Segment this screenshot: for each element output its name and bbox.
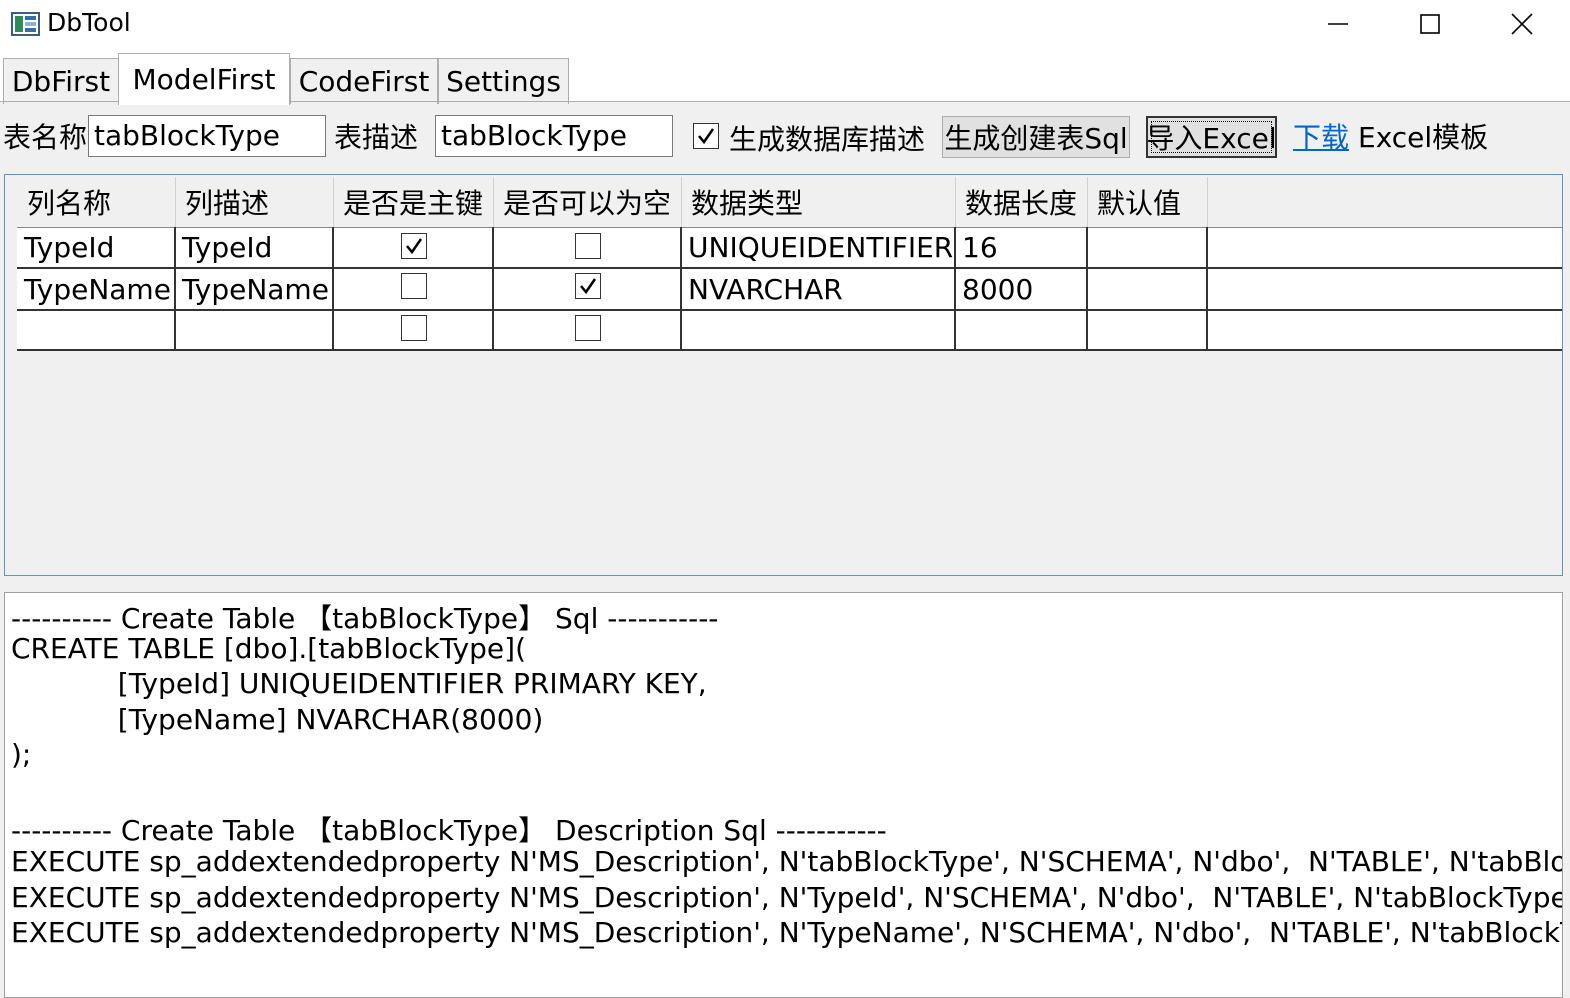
- sql-line: [TypeName] NVARCHAR(8000): [11, 703, 544, 736]
- cell-row1-default[interactable]: [1087, 227, 1207, 267]
- cell-row1-desc[interactable]: TypeId: [175, 227, 333, 267]
- import-excel-button[interactable]: 导入Excel: [1146, 116, 1277, 158]
- minimize-button[interactable]: [1292, 0, 1384, 48]
- download-link[interactable]: 下载: [1293, 116, 1349, 156]
- tab-modelfirst[interactable]: ModelFirst: [118, 53, 290, 105]
- cell-row2-nullable-checkbox[interactable]: [575, 273, 601, 299]
- excel-template-label: Excel模板: [1358, 121, 1489, 154]
- cell-row2-desc[interactable]: TypeName: [175, 269, 333, 309]
- sql-line: [TypeId] UNIQUEIDENTIFIER PRIMARY KEY,: [11, 667, 707, 700]
- cell-row1-name[interactable]: TypeId: [17, 227, 175, 267]
- header-is-primary-key[interactable]: 是否是主键: [333, 177, 493, 227]
- columns-grid[interactable]: 列名称 列描述 是否是主键 是否可以为空 数据类型 数据长度 默认值 TypeI…: [4, 174, 1563, 576]
- sql-line: );: [11, 738, 32, 771]
- sql-line: CREATE TABLE [dbo].[tabBlockType](: [11, 632, 527, 665]
- cell-row2-pk-checkbox[interactable]: [401, 273, 427, 299]
- table-desc-input[interactable]: tabBlockType: [435, 115, 673, 157]
- checkmark-icon: [580, 278, 597, 295]
- cell-row1-type[interactable]: UNIQUEIDENTIFIER: [681, 227, 955, 267]
- tab-dbfirst[interactable]: DbFirst: [3, 58, 119, 104]
- cell-row3-default[interactable]: [1087, 311, 1207, 349]
- title-bar: DbTool: [0, 0, 1570, 48]
- window-title: DbTool: [47, 8, 131, 37]
- maximize-button[interactable]: [1384, 0, 1476, 48]
- sql-line: ---------- Create Table 【tabBlockType】 D…: [11, 814, 887, 847]
- sql-line: EXECUTE sp_addextendedproperty N'MS_Desc…: [11, 881, 1563, 914]
- cell-row3-name[interactable]: [17, 311, 175, 349]
- gen-sql-button[interactable]: 生成创建表Sql: [942, 116, 1130, 158]
- cell-row2-length[interactable]: 8000: [955, 269, 1087, 309]
- cell-row2-default[interactable]: [1087, 269, 1207, 309]
- cell-row1-nullable-checkbox[interactable]: [575, 233, 601, 259]
- table-name-input[interactable]: tabBlockType: [88, 115, 326, 157]
- header-column-desc[interactable]: 列描述: [175, 177, 333, 227]
- minimize-icon: [1328, 23, 1348, 25]
- sql-line: EXECUTE sp_addextendedproperty N'MS_Desc…: [11, 916, 1562, 949]
- cell-row2-name[interactable]: TypeName: [17, 269, 175, 309]
- header-data-length[interactable]: 数据长度: [955, 177, 1087, 227]
- sql-line: ---------- Create Table 【tabBlockType】 S…: [11, 602, 719, 635]
- tab-strip: DbFirst ModelFirst CodeFirst Settings: [0, 48, 1570, 105]
- sql-output-textarea[interactable]: ---------- Create Table 【tabBlockType】 S…: [4, 592, 1563, 998]
- header-is-nullable[interactable]: 是否可以为空: [493, 177, 681, 227]
- close-icon: [1511, 13, 1533, 35]
- tab-settings[interactable]: Settings: [438, 58, 569, 104]
- header-default-value[interactable]: 默认值: [1087, 177, 1207, 227]
- cell-row2-type[interactable]: NVARCHAR: [681, 269, 955, 309]
- tab-codefirst[interactable]: CodeFirst: [290, 58, 438, 104]
- close-button[interactable]: [1476, 0, 1568, 48]
- sql-line: EXECUTE sp_addextendedproperty N'MS_Desc…: [11, 845, 1563, 878]
- gen-desc-checkbox[interactable]: [693, 123, 719, 149]
- cell-row3-type[interactable]: [681, 311, 955, 349]
- table-desc-label: 表描述: [334, 121, 419, 154]
- cell-row3-pk-checkbox[interactable]: [401, 315, 427, 341]
- app-icon: [11, 12, 40, 36]
- focus-rect: [1151, 121, 1272, 153]
- gen-desc-label[interactable]: 生成数据库描述: [729, 118, 925, 158]
- maximize-icon: [1420, 14, 1440, 34]
- cell-row1-pk-checkbox[interactable]: [401, 233, 427, 259]
- header-column-name[interactable]: 列名称: [17, 177, 175, 227]
- table-name-label: 表名称: [3, 121, 88, 154]
- checkmark-icon: [406, 238, 423, 255]
- checkmark-icon: [698, 128, 715, 145]
- cell-row3-desc[interactable]: [175, 311, 333, 349]
- cell-row1-length[interactable]: 16: [955, 227, 1087, 267]
- header-data-type[interactable]: 数据类型: [681, 177, 955, 227]
- cell-row3-nullable-checkbox[interactable]: [575, 315, 601, 341]
- cell-row3-length[interactable]: [955, 311, 1087, 349]
